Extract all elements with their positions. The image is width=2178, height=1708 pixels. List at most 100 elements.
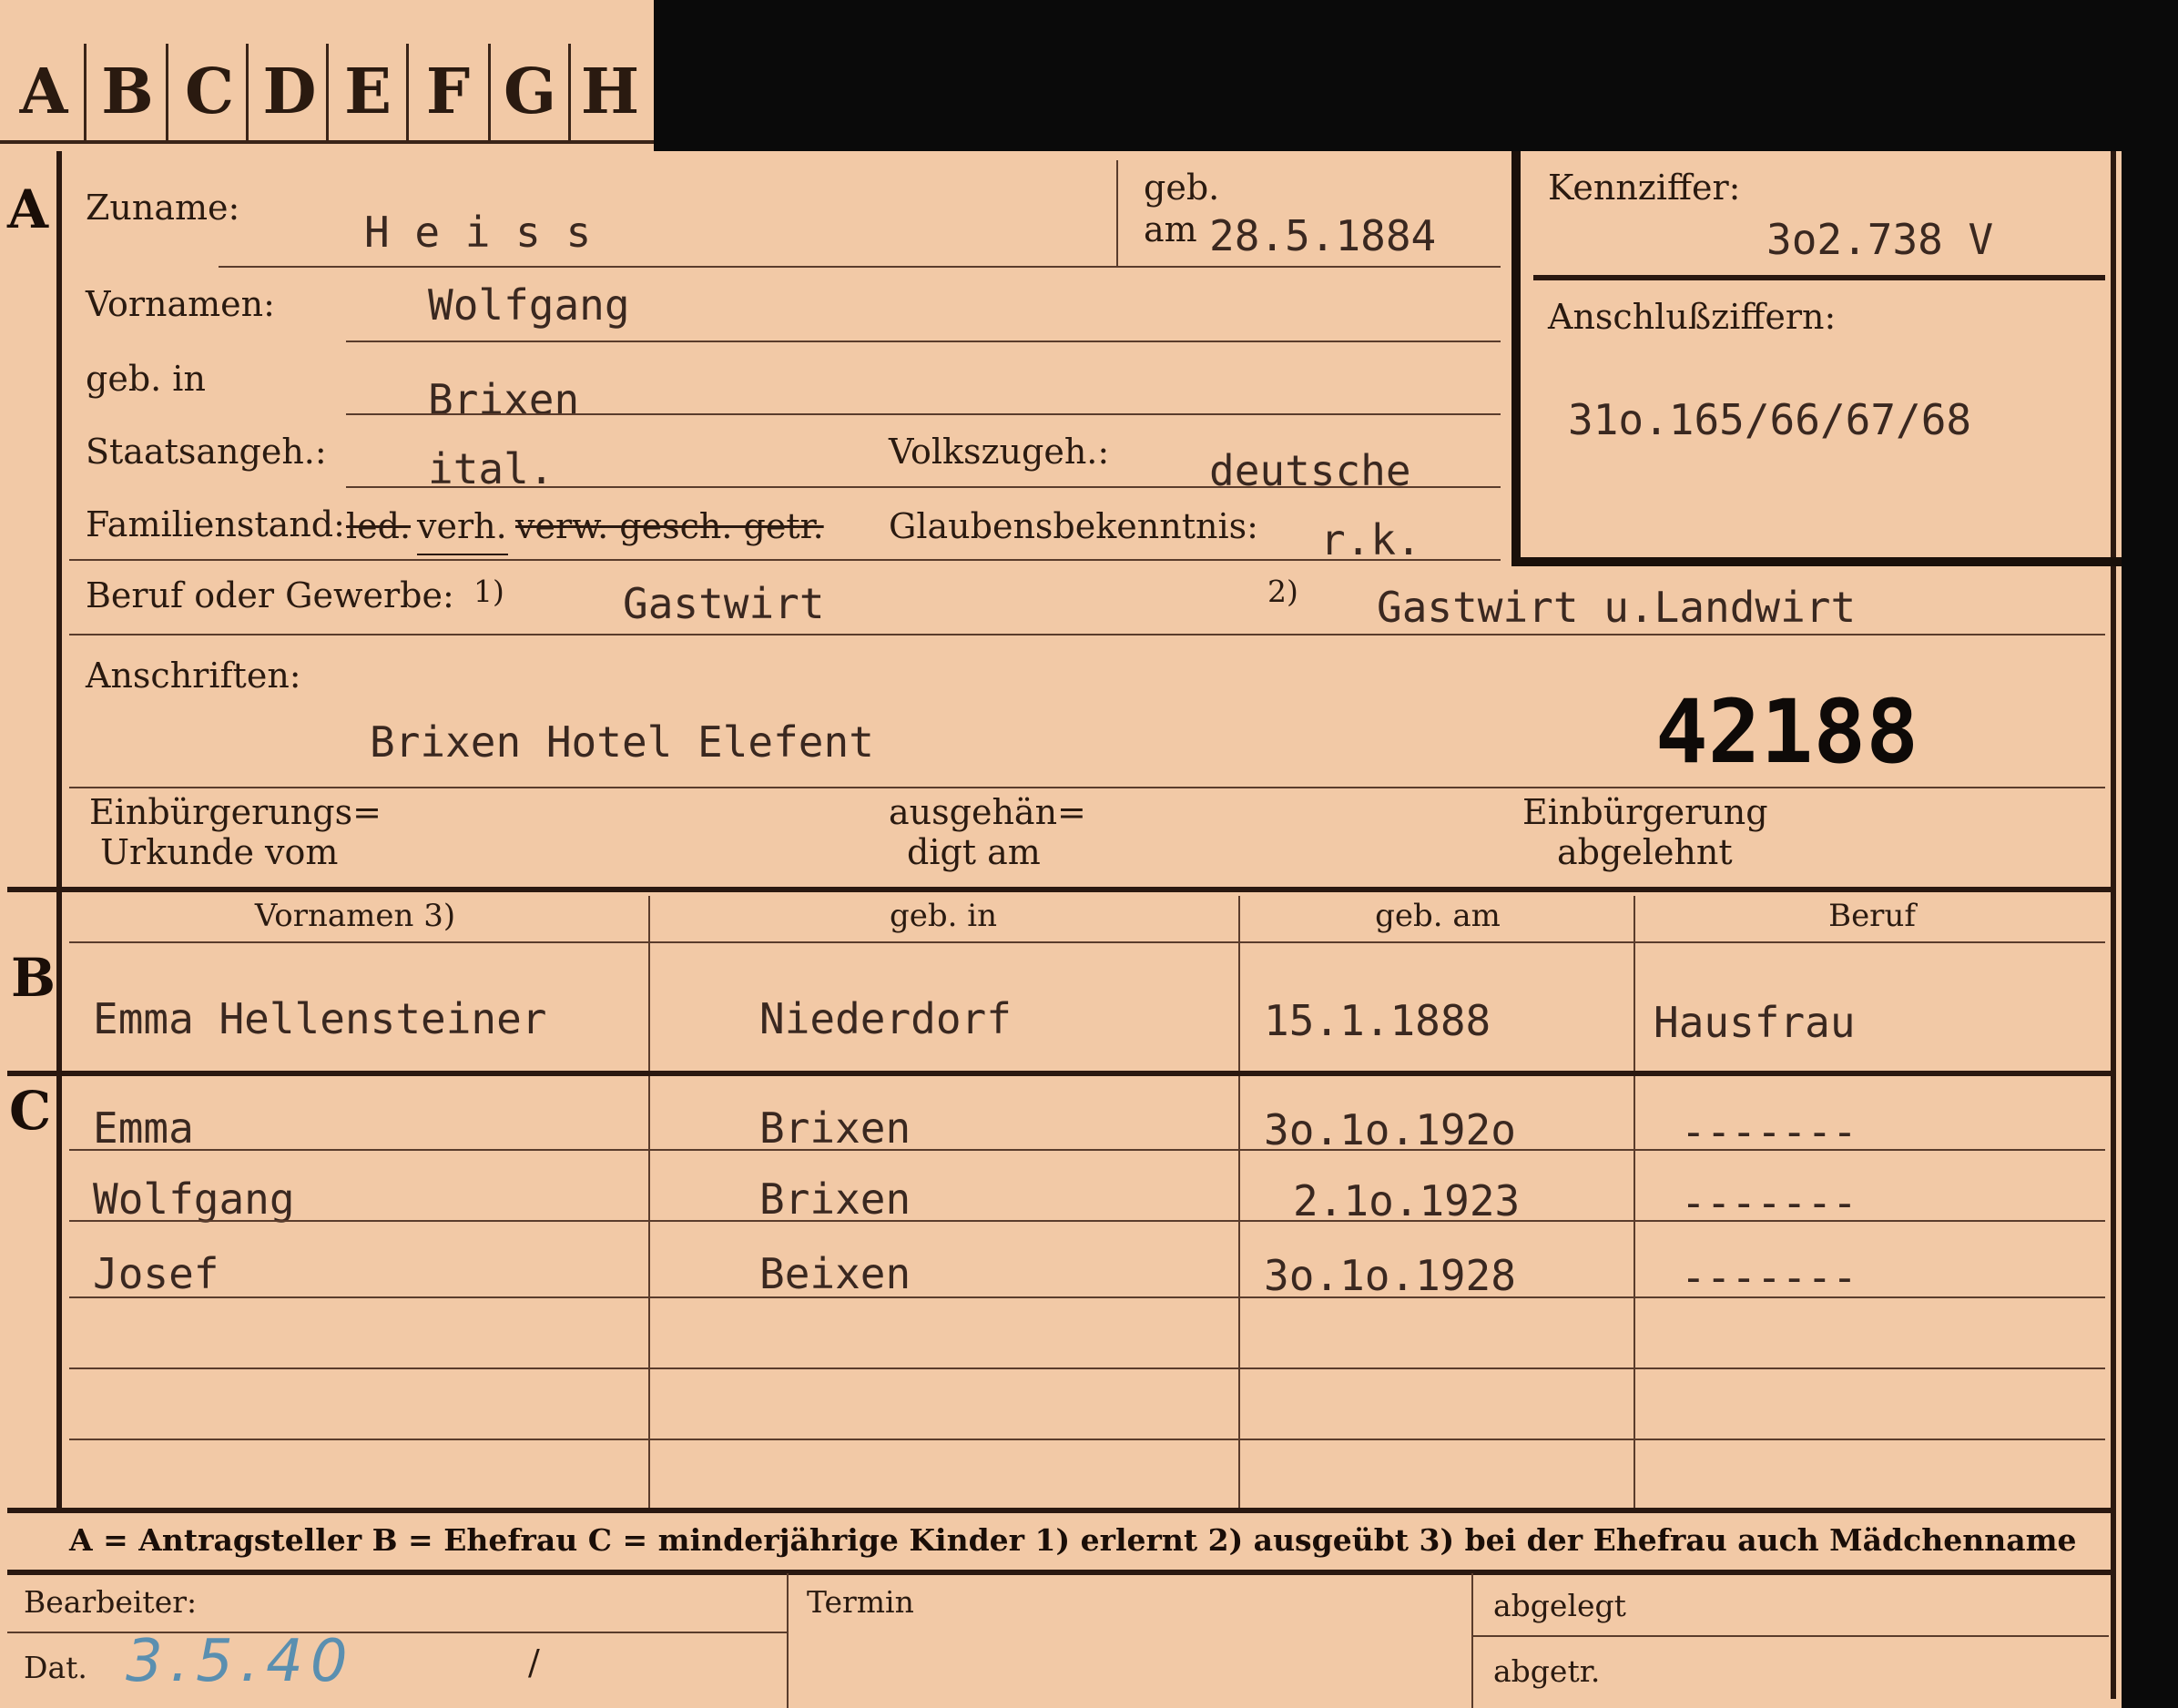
kind-2-geb-in: Brixen: [759, 1174, 911, 1224]
kind-2-vornamen: Wolfgang: [93, 1174, 295, 1224]
geb-am-label: am: [1144, 209, 1197, 249]
beruf-1-value: Gastwirt: [623, 579, 825, 628]
footer-divider-1: [787, 1573, 789, 1708]
ehefrau-vornamen: Emma Hellensteiner: [93, 994, 547, 1043]
staatsangeh-label: Staatsangeh.:: [86, 432, 327, 472]
section-b-marker: B: [11, 947, 56, 1009]
footer-divider-2: [1471, 1573, 1473, 1708]
section-a-bottom-rule: [7, 887, 2112, 892]
familienstand-selected: verh.: [417, 506, 507, 546]
bearbeiter-underline: [7, 1632, 787, 1633]
beruf-2-value: Gastwirt u.Landwirt: [1377, 583, 1857, 632]
einbuerg-status-1: Einbürgerung: [1522, 792, 1768, 832]
geb-label: geb.: [1144, 168, 1220, 208]
kennziffer-divider: [1533, 275, 2105, 280]
zuname-underline: [219, 266, 1501, 268]
abgelegt-underline: [1471, 1635, 2109, 1637]
section-c-marker: C: [9, 1080, 52, 1142]
einbuerg-label-2: Urkunde vom: [100, 832, 339, 872]
tab-c[interactable]: C: [169, 44, 249, 140]
table-col-divider-1: [648, 896, 650, 1508]
kind-2-geb-am: 2.1o.1923: [1293, 1176, 1521, 1225]
geb-in-value: Brixen: [428, 375, 580, 424]
geb-in-label: geb. in: [86, 359, 206, 399]
staatsangeh-underline: [346, 486, 1501, 488]
tab-strip: A B C D E F G H: [0, 0, 654, 151]
table-row-line: [69, 1149, 2105, 1151]
familienstand-struck-2: verw. gesch. getr.: [515, 506, 824, 546]
beruf-label: Beruf oder Gewerbe:: [86, 575, 454, 615]
vornamen-label: Vornamen:: [86, 284, 275, 324]
record-number-stamp: 42188: [1655, 681, 1918, 783]
tab-g[interactable]: G: [490, 44, 570, 140]
einbuerg-label-1: Einbürgerungs=: [89, 792, 382, 832]
dat-slash: /: [528, 1642, 540, 1683]
tab-h[interactable]: H: [570, 44, 650, 140]
beruf-note-2: 2): [1267, 574, 1298, 609]
familienstand-struck-1: led.: [346, 506, 412, 546]
kind-3-vornamen: Josef: [93, 1249, 219, 1298]
familienstand-row-line: [69, 559, 1501, 561]
legend-bottom-rule: [7, 1570, 2112, 1575]
abgetr-label: abgetr.: [1493, 1653, 1601, 1689]
table-row-line: [69, 1439, 2105, 1440]
einbuerg-status-2: abgelehnt: [1557, 832, 1733, 872]
vornamen-underline: [346, 341, 1501, 342]
anschluss-value: 31o.165/66/67/68: [1568, 395, 1972, 444]
tab-divider: [84, 44, 87, 142]
kind-3-geb-am: 3o.1o.1928: [1264, 1251, 1516, 1300]
col-header-geb-in: geb. in: [889, 898, 998, 934]
kind-3-geb-in: Beixen: [759, 1249, 911, 1298]
anschrift-value: Brixen Hotel Elefent: [370, 717, 874, 767]
volkszugeh-label: Volkszugeh.:: [889, 432, 1110, 472]
legend: A = Antragsteller B = Ehefrau C = minder…: [69, 1522, 2077, 1558]
anschluss-label: Anschlußziffern:: [1548, 297, 1837, 337]
tab-d[interactable]: D: [249, 44, 330, 140]
section-c-bottom-rule: [7, 1508, 2112, 1513]
ehefrau-geb-am: 15.1.1888: [1264, 996, 1491, 1045]
glaubens-value: r.k.: [1320, 515, 1421, 564]
beruf-note-1: 1): [473, 574, 504, 609]
ehefrau-geb-in: Niederdorf: [759, 994, 1012, 1043]
col-header-geb-am: geb. am: [1375, 898, 1501, 934]
glaubens-label: Glaubensbekenntnis:: [889, 506, 1258, 546]
dat-handwritten-value: 3.5.40: [126, 1628, 355, 1695]
familienstand-label: Familienstand:: [86, 504, 345, 544]
tab-divider: [166, 44, 168, 142]
table-row-line: [69, 1367, 2105, 1369]
tab-f[interactable]: F: [408, 44, 488, 140]
table-header-line: [69, 941, 2105, 943]
tab-divider: [246, 44, 249, 142]
col-header-beruf: Beruf: [1828, 898, 1916, 934]
dat-label: Dat.: [24, 1650, 87, 1685]
kennziffer-label: Kennziffer:: [1548, 168, 1741, 208]
kind-1-geb-in: Brixen: [759, 1103, 911, 1153]
geb-in-underline: [346, 413, 1501, 415]
kind-3-beruf: -------: [1681, 1253, 1857, 1302]
anschriften-label: Anschriften:: [86, 656, 301, 696]
vornamen-value: Wolfgang: [428, 280, 630, 330]
tab-b[interactable]: B: [87, 44, 168, 140]
beruf-underline: [69, 634, 2105, 635]
kind-1-geb-am: 3o.1o.192o: [1264, 1105, 1516, 1154]
col-header-vornamen: Vornamen 3): [254, 898, 456, 934]
tab-e[interactable]: E: [328, 44, 408, 140]
familienstand-underline: [417, 554, 508, 555]
ausgehaen-label-1: ausgehän=: [889, 792, 1086, 832]
abgelegt-label: abgelegt: [1493, 1588, 1626, 1623]
ehefrau-beruf: Hausfrau: [1654, 998, 1856, 1047]
table-col-divider-2: [1238, 896, 1240, 1508]
anschriften-underline: [69, 787, 2105, 788]
geb-am-value: 28.5.1884: [1209, 211, 1437, 260]
tab-a[interactable]: A: [4, 44, 84, 140]
table-row-line: [69, 1296, 2105, 1298]
table-row-line: [69, 1220, 2105, 1222]
section-a-marker: A: [7, 178, 49, 240]
section-b-bottom-rule: [7, 1071, 2112, 1076]
geb-divider: [1116, 160, 1118, 266]
table-col-divider-3: [1634, 896, 1635, 1508]
kind-1-vornamen: Emma: [93, 1103, 194, 1153]
tab-base-line: [0, 140, 654, 144]
zuname-value: H e i s s: [364, 208, 592, 257]
left-margin-rule: [56, 151, 62, 1508]
